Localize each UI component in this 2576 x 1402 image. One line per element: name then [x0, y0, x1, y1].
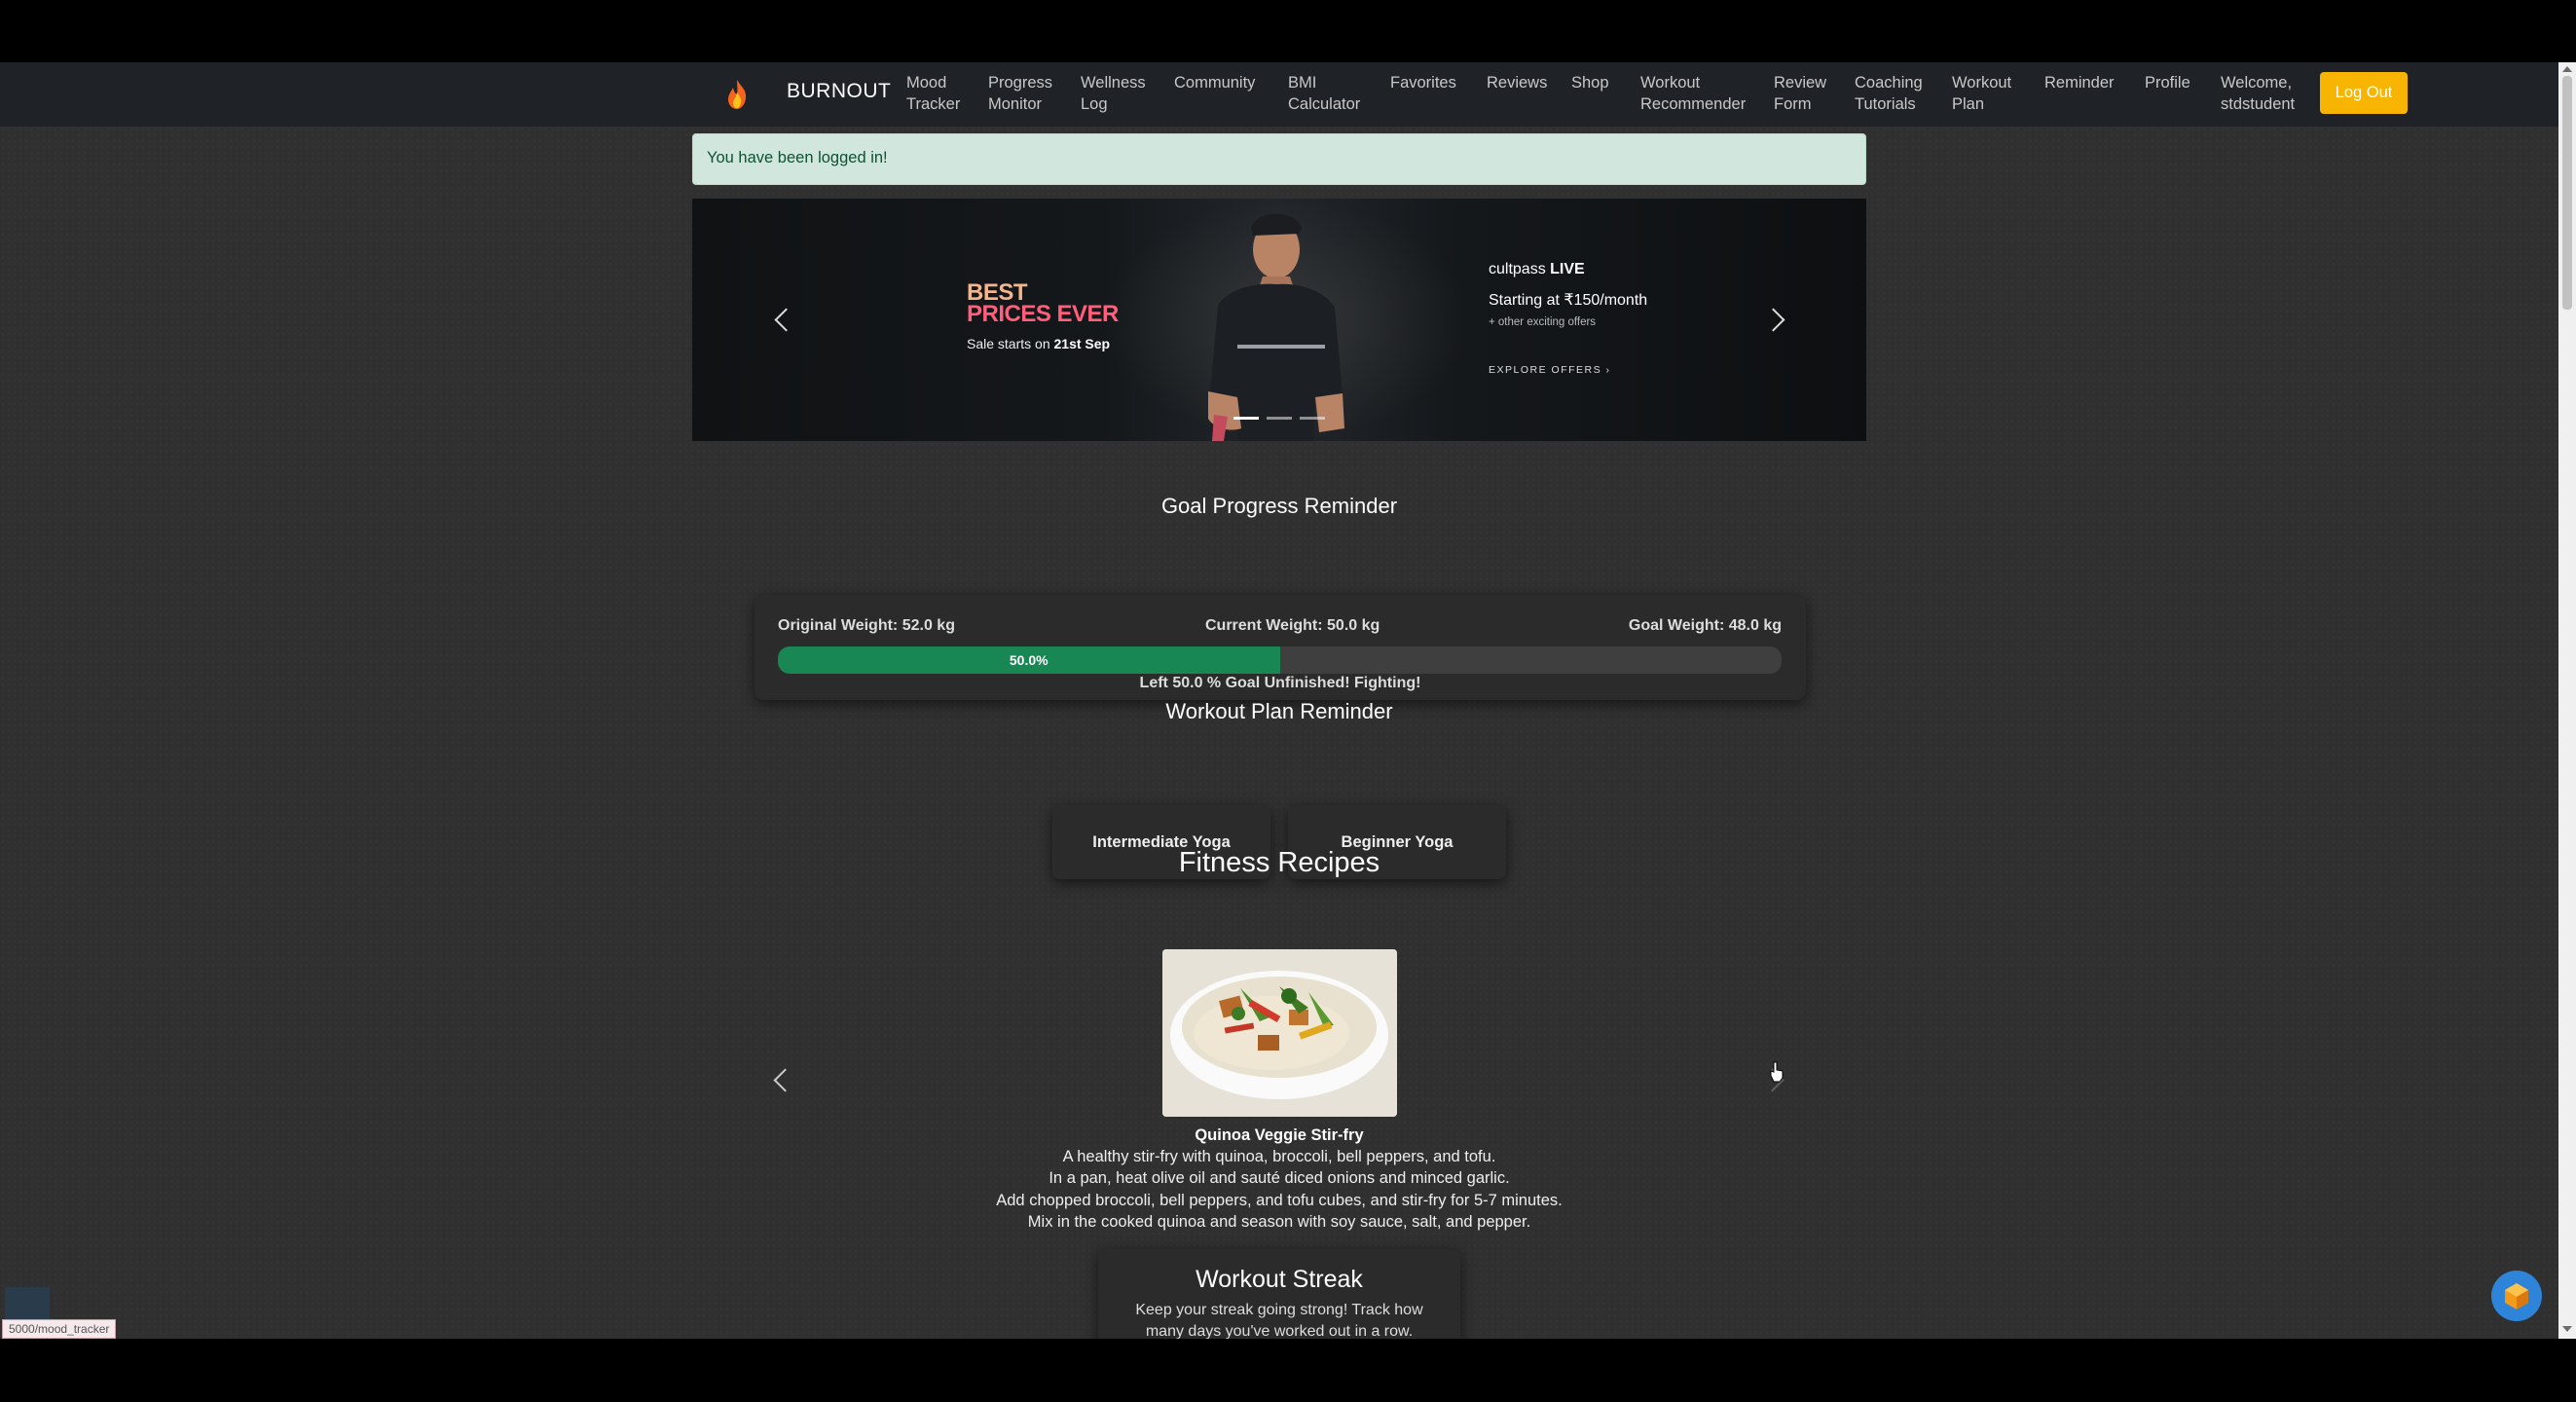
carousel-indicator[interactable] [1233, 417, 1259, 420]
goal-weight: Goal Weight: 48.0 kg [1628, 617, 1782, 634]
nav-item-community[interactable]: Community [1174, 72, 1255, 93]
letterbox-bottom [0, 1339, 2576, 1402]
navbar: BURNOUT Mood Tracker Progress Monitor We… [0, 62, 2558, 127]
banner-brand-bold: LIVE [1550, 261, 1585, 277]
carousel-indicator[interactable] [1300, 417, 1325, 420]
nav-item-favorites[interactable]: Favorites [1390, 72, 1456, 93]
nav-item-workout-recommender[interactable]: Workout Recommender [1640, 72, 1746, 115]
logout-button[interactable]: Log Out [2320, 72, 2408, 114]
banner-brand-plain: cultpass [1489, 261, 1551, 277]
nav-item-bmi-calculator[interactable]: BMI Calculator [1288, 72, 1360, 115]
login-alert: You have been logged in! [692, 133, 1866, 185]
cube-icon [2505, 1283, 2528, 1310]
carousel-prev-icon[interactable] [770, 308, 795, 333]
recipes-title: Fitness Recipes [1178, 847, 1380, 878]
nav-item-progress-monitor[interactable]: Progress Monitor [988, 72, 1052, 115]
banner-headline-line2: PRICES EVER [967, 301, 1119, 327]
scrollbar-thumb[interactable] [2562, 76, 2572, 310]
goal-progress-fill: 50.0% [778, 646, 1280, 674]
nav-item-workout-plan[interactable]: Workout Plan [1952, 72, 2011, 115]
status-bar-url: 5000/mood_tracker [2, 1319, 117, 1339]
carousel-next-icon[interactable] [1763, 308, 1788, 333]
nav-item-reminder[interactable]: Reminder [2044, 72, 2115, 93]
goal-progress-bar: 50.0% [778, 646, 1782, 674]
browser-viewport: BURNOUT Mood Tracker Progress Monitor We… [0, 62, 2576, 1339]
promo-banner-carousel[interactable]: BEST PRICES EVER Sale starts on 21st Sep… [692, 199, 1866, 441]
goal-section-title: Goal Progress Reminder [1160, 494, 1398, 518]
nav-item-coaching-tutorials[interactable]: Coaching Tutorials [1855, 72, 1923, 115]
banner-brand: cultpass LIVE [1489, 261, 1585, 278]
scroll-up-icon[interactable] [2562, 66, 2572, 72]
nav-item-profile[interactable]: Profile [2145, 72, 2190, 93]
nav-item-reviews[interactable]: Reviews [1487, 72, 1547, 93]
welcome-text: Welcome, stdstudent [2221, 74, 2296, 113]
workout-plan-title: Workout Plan Reminder [1165, 699, 1393, 723]
recipe-line: Add chopped broccoli, bell peppers, and … [996, 1192, 1563, 1209]
original-weight: Original Weight: 52.0 kg [778, 617, 955, 634]
banner-headline: BEST PRICES EVER [967, 281, 1119, 327]
banner-other-offers: + other exciting offers [1489, 316, 1597, 328]
recipe-name: Quinoa Veggie Stir-fry [1195, 1126, 1364, 1144]
nav-item-review-form[interactable]: Review Form [1774, 72, 1826, 115]
chat-widget-button[interactable] [2491, 1271, 2542, 1321]
banner-sale-prefix: Sale starts on [967, 336, 1054, 351]
nav-item-mood-tracker[interactable]: Mood Tracker [906, 72, 960, 115]
current-weight: Current Weight: 50.0 kg [1205, 617, 1380, 634]
letterbox-top [0, 0, 2576, 62]
recipe-line: Mix in the cooked quinoa and season with… [1027, 1213, 1531, 1231]
goal-progress-label: 50.0% [1009, 652, 1049, 668]
goal-progress-card: Original Weight: 52.0 kg Current Weight:… [754, 595, 1806, 700]
mouse-pointer-icon [1770, 1061, 1784, 1083]
workout-streak-card: Workout Streak Keep your streak going st… [1098, 1249, 1460, 1339]
banner-price: Starting at ₹150/month [1489, 292, 1648, 309]
streak-title: Workout Streak [1196, 1266, 1363, 1293]
goal-message: Left 50.0 % Goal Unfinished! Fighting! [1139, 675, 1421, 691]
recipe-image [1162, 949, 1397, 1117]
recipe-prev-icon[interactable] [769, 1068, 794, 1093]
explore-offers-link[interactable]: EXPLORE OFFERS › [1489, 364, 1611, 376]
banner-sale-text: Sale starts on 21st Sep [967, 336, 1110, 351]
brand-name[interactable]: BURNOUT [787, 80, 891, 103]
nav-item-shop[interactable]: Shop [1571, 72, 1609, 93]
recipe-line: A healthy stir-fry with quinoa, broccoli… [1062, 1148, 1496, 1165]
scroll-down-icon[interactable] [2562, 1326, 2572, 1332]
carousel-indicator[interactable] [1267, 417, 1292, 420]
carousel-indicators [1233, 417, 1325, 420]
athlete-image [1208, 213, 1344, 441]
nav-item-wellness-log[interactable]: Wellness Log [1081, 72, 1146, 115]
streak-description: Keep your streak going strong! Track how… [1135, 1302, 1423, 1339]
banner-sale-date: 21st Sep [1053, 336, 1111, 351]
recipe-line: In a pan, heat olive oil and sauté diced… [1049, 1169, 1510, 1187]
flame-icon[interactable] [722, 79, 752, 110]
